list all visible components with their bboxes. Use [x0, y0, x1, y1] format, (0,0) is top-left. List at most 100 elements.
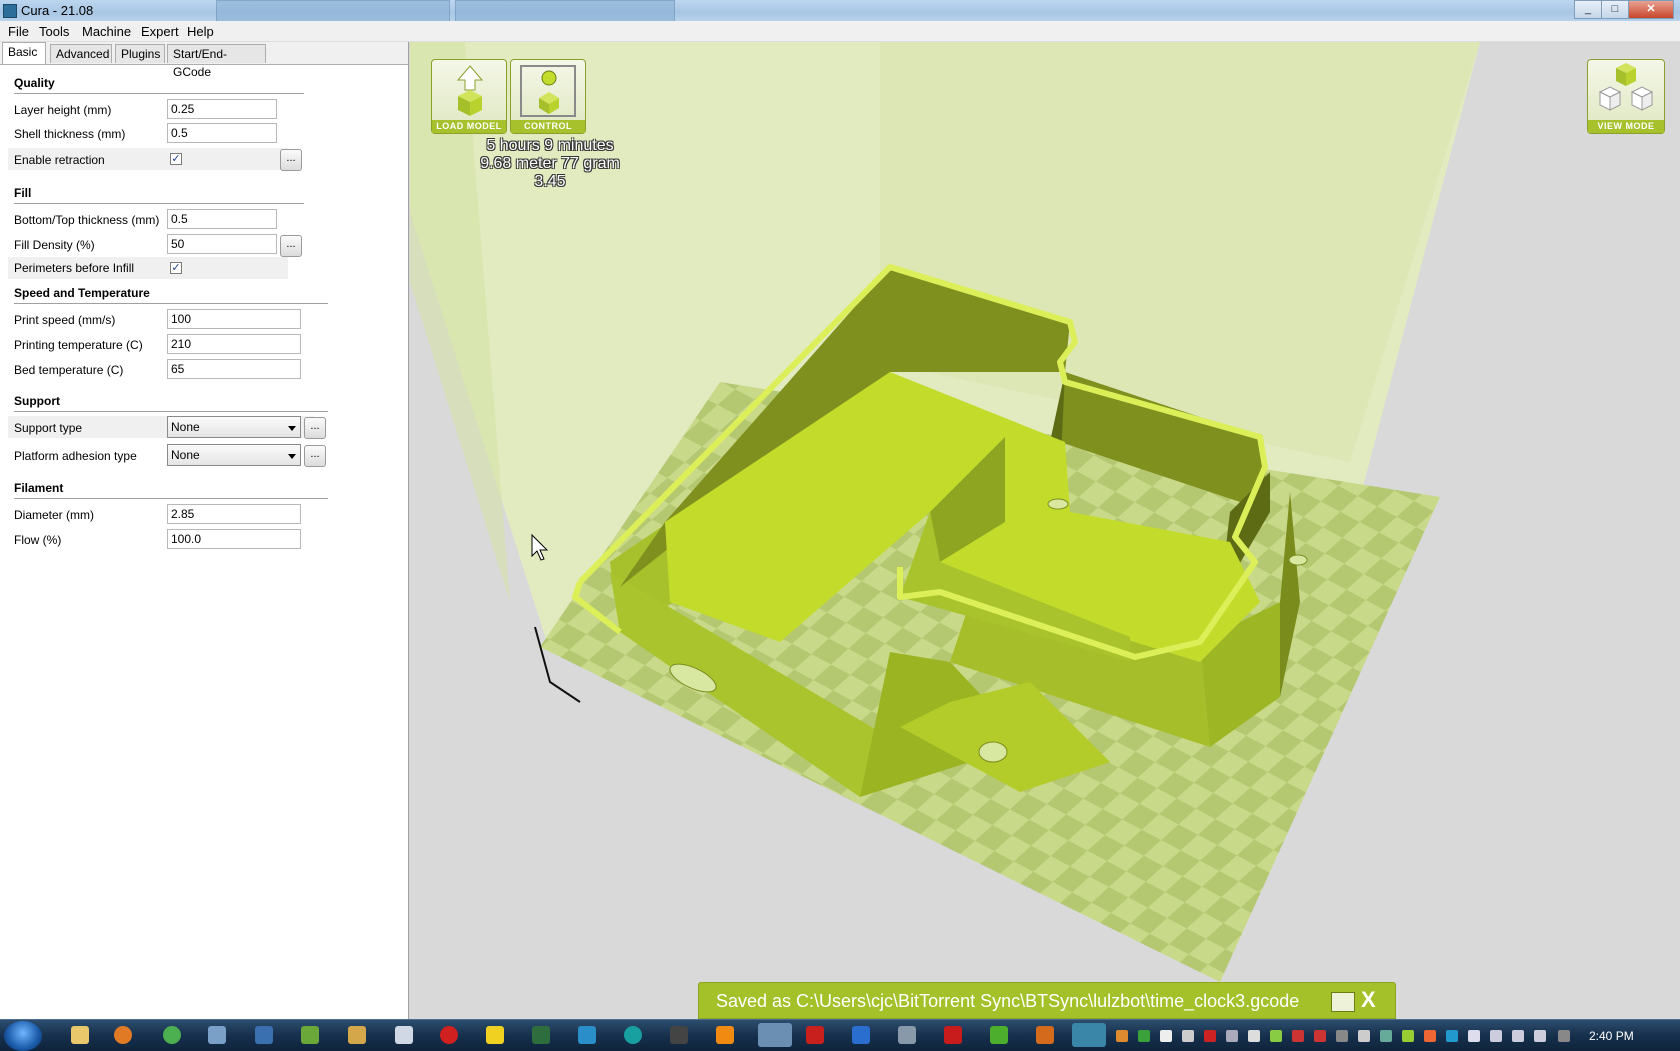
- tray-icon[interactable]: [1160, 1030, 1172, 1042]
- app-icon[interactable]: [898, 1026, 916, 1044]
- fill-settings-button[interactable]: ...: [280, 235, 302, 257]
- tray-icon[interactable]: [1138, 1030, 1150, 1042]
- menu-tools[interactable]: Tools: [39, 24, 69, 39]
- shell-thickness-input[interactable]: 0.5: [167, 123, 277, 143]
- tab-start-end-gcode[interactable]: Start/End-GCode: [167, 44, 266, 79]
- tray-icon[interactable]: [1380, 1030, 1392, 1042]
- control-button[interactable]: CONTROL: [510, 59, 586, 134]
- app-icon[interactable]: [486, 1026, 504, 1044]
- menu-help[interactable]: Help: [187, 24, 214, 39]
- control-label: CONTROL: [511, 120, 585, 133]
- load-model-button[interactable]: LOAD MODEL: [431, 59, 507, 134]
- taskbar: 2:40 PM: [0, 1019, 1680, 1051]
- layer-height-input[interactable]: 0.25: [167, 99, 277, 119]
- tray-icon[interactable]: [1226, 1030, 1238, 1042]
- arduino-taskbar-icon[interactable]: [1072, 1023, 1106, 1047]
- enable-retraction-checkbox[interactable]: ✓: [170, 153, 182, 165]
- maximize-button[interactable]: □: [1601, 0, 1629, 19]
- platform-adhesion-select[interactable]: None: [167, 444, 301, 466]
- close-notification-button[interactable]: X: [1361, 987, 1376, 1013]
- menu-expert[interactable]: Expert: [141, 24, 179, 39]
- model-screw-post: [1047, 498, 1069, 510]
- tray-icon[interactable]: [1116, 1030, 1128, 1042]
- bottom-top-thickness-input[interactable]: 0.5: [167, 209, 277, 229]
- network-icon[interactable]: [1490, 1030, 1502, 1042]
- enable-retraction-label: Enable retraction: [14, 153, 105, 167]
- support-settings-button[interactable]: ...: [304, 417, 326, 439]
- pdf-icon[interactable]: [944, 1026, 962, 1044]
- explorer-icon[interactable]: [71, 1026, 89, 1044]
- clock[interactable]: 2:40 PM: [1589, 1029, 1634, 1043]
- tray-icon[interactable]: [1446, 1030, 1458, 1042]
- app-icon[interactable]: [255, 1026, 273, 1044]
- app-icon[interactable]: [440, 1026, 458, 1044]
- tray-icon[interactable]: [1270, 1030, 1282, 1042]
- tray-icon[interactable]: [1292, 1030, 1304, 1042]
- section-quality: Quality: [14, 76, 55, 90]
- app-icon[interactable]: [852, 1026, 870, 1044]
- control-icon: [520, 65, 576, 117]
- settings-panel: Basic Advanced Plugins Start/End-GCode Q…: [0, 42, 409, 1019]
- adhesion-settings-button[interactable]: ...: [304, 445, 326, 467]
- vlc-icon[interactable]: [716, 1026, 734, 1044]
- tray-icon[interactable]: [1558, 1030, 1570, 1042]
- tray-icon[interactable]: [1204, 1030, 1216, 1042]
- chrome-icon[interactable]: [163, 1026, 181, 1044]
- start-button[interactable]: [4, 1021, 42, 1051]
- volume-icon[interactable]: [1534, 1030, 1546, 1042]
- firefox-icon[interactable]: [114, 1026, 132, 1044]
- platform-adhesion-label: Platform adhesion type: [14, 449, 137, 463]
- tray-icon[interactable]: [1402, 1030, 1414, 1042]
- tray-icon[interactable]: [1424, 1030, 1436, 1042]
- background-window-tab[interactable]: [455, 0, 675, 22]
- tray-icon[interactable]: [1336, 1030, 1348, 1042]
- fill-density-input[interactable]: 50: [167, 234, 277, 254]
- app-icon[interactable]: [208, 1026, 226, 1044]
- section-speed-temperature: Speed and Temperature: [14, 286, 150, 300]
- print-cost: 3.45: [534, 173, 566, 190]
- flow-input[interactable]: 100.0: [167, 529, 301, 549]
- 3d-viewport[interactable]: LOAD MODEL CONTROL VIEW MODE 5 hours 9 m…: [410, 42, 1680, 1019]
- save-to-sd-icon[interactable]: [1331, 992, 1355, 1012]
- printing-temperature-input[interactable]: 210: [167, 334, 301, 354]
- section-support: Support: [14, 394, 60, 408]
- bottom-top-thickness-label: Bottom/Top thickness (mm): [14, 213, 160, 227]
- view-mode-button[interactable]: VIEW MODE: [1587, 59, 1665, 134]
- divider: [14, 303, 328, 304]
- app-icon[interactable]: [1036, 1026, 1054, 1044]
- tray-icon[interactable]: [1468, 1030, 1480, 1042]
- minimize-button[interactable]: _: [1574, 0, 1602, 19]
- flag-icon[interactable]: [1358, 1030, 1370, 1042]
- diameter-input[interactable]: 2.85: [167, 504, 301, 524]
- app-icon[interactable]: [348, 1026, 366, 1044]
- tab-plugins[interactable]: Plugins: [115, 44, 165, 63]
- app-icon[interactable]: [990, 1026, 1008, 1044]
- app-icon[interactable]: [578, 1026, 596, 1044]
- flow-label: Flow (%): [14, 533, 62, 547]
- menu-bar: File Tools Machine Expert Help: [0, 21, 1680, 42]
- tab-advanced[interactable]: Advanced: [50, 44, 112, 63]
- menu-file[interactable]: File: [8, 24, 29, 39]
- shell-thickness-label: Shell thickness (mm): [14, 127, 126, 141]
- cura-taskbar-icon[interactable]: [758, 1023, 792, 1047]
- arduino-icon[interactable]: [624, 1026, 642, 1044]
- tray-icon[interactable]: [1314, 1030, 1326, 1042]
- menu-machine[interactable]: Machine: [82, 24, 131, 39]
- saved-notification: Saved as C:\Users\cjc\BitTorrent Sync\BT…: [698, 982, 1396, 1019]
- app-icon[interactable]: [806, 1026, 824, 1044]
- bed-temperature-input[interactable]: 65: [167, 359, 301, 379]
- background-window-tab[interactable]: [216, 0, 450, 22]
- tray-icon[interactable]: [1248, 1030, 1260, 1042]
- monitor-icon[interactable]: [1512, 1030, 1524, 1042]
- perimeters-before-infill-checkbox[interactable]: ✓: [170, 262, 182, 274]
- print-speed-input[interactable]: 100: [167, 309, 301, 329]
- support-type-select[interactable]: None: [167, 416, 301, 438]
- app-icon[interactable]: [301, 1026, 319, 1044]
- app-icon[interactable]: [532, 1026, 550, 1044]
- retraction-settings-button[interactable]: ...: [280, 149, 302, 171]
- app-icon[interactable]: [670, 1026, 688, 1044]
- tab-basic[interactable]: Basic: [2, 42, 46, 64]
- close-button[interactable]: ✕: [1628, 0, 1674, 19]
- tray-icon[interactable]: [1182, 1030, 1194, 1042]
- app-icon[interactable]: [395, 1026, 413, 1044]
